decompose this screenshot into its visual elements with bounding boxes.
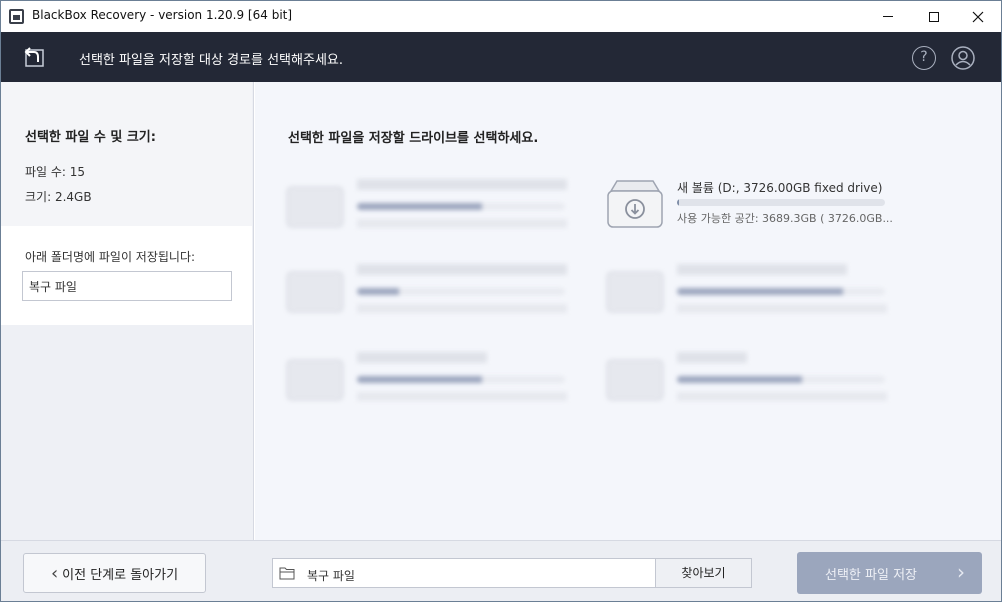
drive-name	[357, 179, 567, 190]
app-logo-icon	[9, 9, 24, 24]
drive-icon	[606, 359, 664, 401]
drive-free-space: 사용 가능한 공간: 3689.3GB ( 3726.0GB...	[677, 212, 893, 225]
step-header: 선택한 파일을 저장할 대상 경로를 선택해주세요. ?	[1, 32, 1001, 82]
drive-usage-fill	[677, 376, 802, 383]
drive-usage-bar	[677, 199, 885, 206]
summary-title: 선택한 파일 수 및 크기:	[25, 130, 156, 145]
drive-usage-fill	[357, 203, 482, 210]
drive-usage-fill	[357, 376, 482, 383]
browse-button[interactable]: 찾아보기	[655, 558, 752, 588]
drive-icon	[286, 359, 344, 401]
chevron-left-icon: ‹	[50, 562, 59, 584]
close-icon	[972, 11, 984, 22]
drive-free-space	[677, 304, 887, 313]
save-button-label: 선택한 파일 저장	[825, 568, 917, 583]
header-instruction: 선택한 파일을 저장할 대상 경로를 선택해주세요.	[79, 53, 343, 68]
user-icon[interactable]	[951, 46, 975, 70]
footer-bar: ‹ 이전 단계로 돌아가기 복구 파일 찾아보기 선택한 파일 저장 ›	[1, 540, 1001, 601]
close-button[interactable]	[955, 1, 1001, 32]
drive-usage-fill	[357, 288, 399, 295]
save-path-value: 복구 파일	[307, 569, 355, 583]
drive-item-selected[interactable]: 새 볼륨 (D:, 3726.00GB fixed drive) 사용 가능한 …	[605, 177, 905, 247]
drive-icon	[286, 271, 344, 313]
drive-usage-bar	[357, 203, 565, 210]
drive-item-blurred[interactable]	[605, 350, 905, 420]
save-selected-files-button[interactable]: 선택한 파일 저장 ›	[797, 552, 982, 594]
drive-selection-panel: 선택한 파일을 저장할 드라이브를 선택하세요. 새 볼륨 (D:, 3726.…	[255, 82, 1001, 540]
drive-usage-bar	[677, 376, 885, 383]
maximize-icon	[929, 11, 939, 22]
drive-name	[677, 264, 847, 275]
back-icon[interactable]	[23, 45, 47, 69]
drive-name: 새 볼륨 (D:, 3726.00GB fixed drive)	[677, 181, 883, 195]
folder-name-input[interactable]	[22, 271, 232, 301]
drive-usage-bar	[357, 288, 565, 295]
drive-icon	[607, 180, 663, 228]
drive-free-space	[357, 219, 567, 228]
maximize-button[interactable]	[911, 1, 957, 32]
drive-usage-fill	[677, 288, 844, 295]
selection-summary: 선택한 파일 수 및 크기: 파일 수: 15 크기: 2.4GB	[1, 82, 252, 226]
folder-name-section: 아래 폴더명에 파일이 저장됩니다:	[1, 226, 252, 325]
drive-item-blurred[interactable]	[285, 350, 585, 420]
back-button[interactable]: ‹ 이전 단계로 돌아가기	[23, 553, 206, 593]
file-size: 크기: 2.4GB	[25, 190, 92, 204]
chevron-right-icon: ›	[957, 560, 965, 584]
drive-free-space	[357, 392, 567, 401]
back-button-label: 이전 단계로 돌아가기	[62, 567, 179, 583]
drive-name	[677, 352, 747, 363]
drive-name	[357, 264, 567, 275]
drive-name	[357, 352, 487, 363]
drive-free-space	[357, 304, 567, 313]
file-count: 파일 수: 15	[25, 165, 86, 179]
drive-icon	[606, 271, 664, 313]
save-path-input[interactable]: 복구 파일	[272, 558, 656, 588]
folder-name-label: 아래 폴더명에 파일이 저장됩니다:	[25, 250, 196, 264]
left-panel: 선택한 파일 수 및 크기: 파일 수: 15 크기: 2.4GB 아래 폴더명…	[1, 82, 254, 540]
drive-icon	[286, 186, 344, 228]
drive-selection-title: 선택한 파일을 저장할 드라이브를 선택하세요.	[288, 131, 539, 146]
drive-item-blurred[interactable]	[605, 262, 905, 332]
drive-usage-fill	[677, 199, 680, 206]
app-window: BlackBox Recovery - version 1.20.9 [64 b…	[0, 0, 1002, 602]
drive-item-blurred[interactable]	[285, 177, 585, 247]
help-icon[interactable]: ?	[912, 46, 936, 70]
drive-item-blurred[interactable]	[285, 262, 585, 332]
minimize-icon	[883, 16, 893, 17]
window-title: BlackBox Recovery - version 1.20.9 [64 b…	[32, 8, 293, 22]
folder-icon	[279, 567, 295, 580]
drive-free-space	[677, 392, 887, 401]
title-bar: BlackBox Recovery - version 1.20.9 [64 b…	[1, 1, 1001, 32]
drive-usage-bar	[677, 288, 885, 295]
drive-usage-bar	[357, 376, 565, 383]
minimize-button[interactable]	[865, 1, 911, 32]
